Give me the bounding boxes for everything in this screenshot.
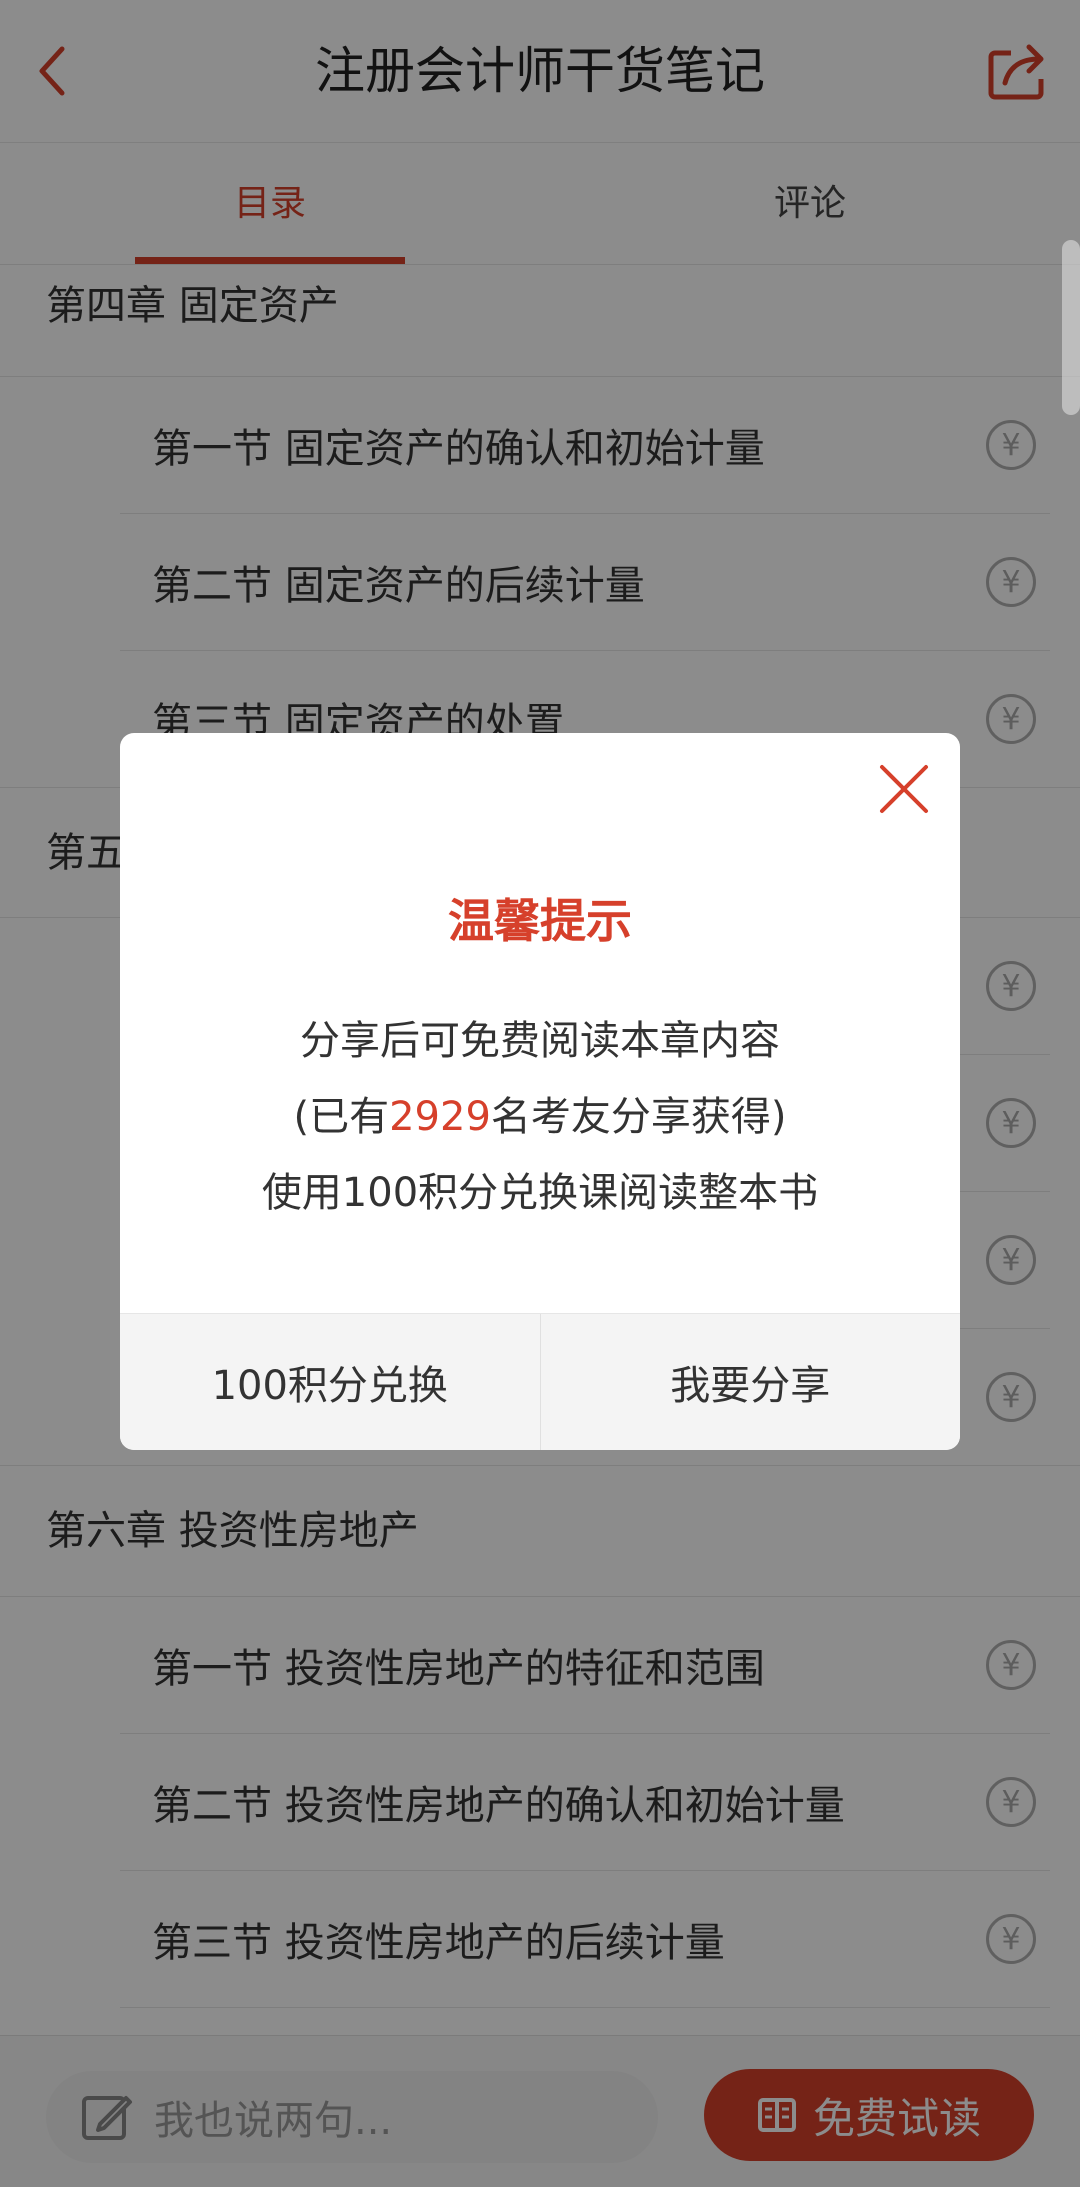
dialog-line-3: 使用100积分兑换课阅读整本书 (261, 1170, 819, 1216)
dialog-title: 温馨提示 (448, 894, 632, 948)
dialog-line-2-suffix: 名考友分享获得) (490, 1094, 787, 1140)
close-icon (880, 765, 928, 813)
dialog-message: 分享后可免费阅读本章内容 (已有2929名考友分享获得) 使用100积分兑换课阅… (120, 1003, 960, 1231)
dialog-line-1: 分享后可免费阅读本章内容 (300, 1018, 780, 1064)
dialog-actions: 100积分兑换 我要分享 (120, 1313, 960, 1450)
dialog-close-button[interactable] (874, 759, 934, 819)
dialog-line-2: (已有2929名考友分享获得) (120, 1079, 960, 1155)
share-prompt-dialog: 温馨提示 分享后可免费阅读本章内容 (已有2929名考友分享获得) 使用100积… (120, 733, 960, 1450)
exchange-points-button[interactable]: 100积分兑换 (120, 1314, 540, 1450)
dialog-line-2-prefix: (已有 (293, 1094, 390, 1140)
scrollbar[interactable] (1062, 240, 1080, 415)
share-now-button[interactable]: 我要分享 (539, 1314, 961, 1450)
share-count: 2929 (389, 1094, 491, 1140)
